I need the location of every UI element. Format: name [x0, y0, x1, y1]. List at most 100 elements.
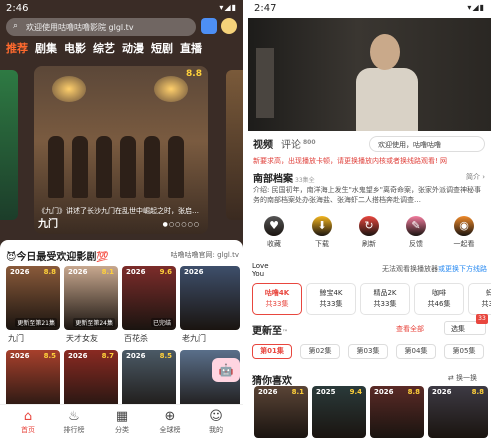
watch-together-button[interactable]: ◉ 一起看 — [444, 216, 484, 249]
source-item[interactable]: 鲸宝4K 共33集 — [306, 283, 356, 315]
rec-card[interactable]: 2026 8.8 — [428, 386, 488, 438]
welcome-pill: 欢迎使用，咕噜咕噜 — [369, 136, 485, 152]
card-score: 9.6 — [159, 268, 172, 276]
hero-banner[interactable]: 8.8 《九门》讲述了长沙九门在乱世中崛起之时，张启… 九门 ●○○○○○ — [34, 66, 208, 234]
nav-global[interactable]: ⊕ 全球榜 — [150, 409, 190, 435]
video-scene — [256, 48, 274, 118]
tab-anime[interactable]: 动漫 — [122, 42, 144, 55]
source-item[interactable]: 蚂蚁共33集 — [468, 283, 491, 315]
tab-recommend[interactable]: 推荐 — [6, 42, 28, 55]
episode-button[interactable]: 第05集 — [444, 344, 484, 359]
nav-profile[interactable]: ☺ 我的 — [196, 409, 236, 435]
episode-button[interactable]: 第01集 — [252, 344, 292, 359]
status-time: 2:47 — [254, 3, 277, 14]
heart-icon: ♥ — [264, 216, 284, 236]
nav-home[interactable]: ⌂ 首页 — [8, 409, 48, 435]
recommend-heading: 猜你喜欢 — [252, 376, 292, 387]
card-score: 8.5 — [43, 352, 56, 360]
episode-button[interactable]: 第03集 — [348, 344, 388, 359]
feedback-button[interactable]: ✎ 反馈 — [396, 216, 436, 249]
tab-short-drama[interactable]: 短剧 — [151, 42, 173, 55]
title-text: 南部档案 — [253, 174, 293, 185]
description: 介绍: 民国初年，南洋海上发生"水鬼望乡"离奇命案，张家外派调查神秘事务的南部档… — [253, 186, 482, 204]
source-item[interactable]: 咕噜4K 共33集 — [252, 283, 302, 315]
hint-link[interactable]: 或更换下方线路 — [438, 265, 487, 273]
card-score: 8.8 — [43, 268, 56, 276]
fire-icon: ♨ — [68, 409, 80, 424]
profile-icon: ☺ — [209, 409, 223, 424]
media-card[interactable]: 2026 8.8 更新至第21集 — [6, 266, 60, 330]
card-year: 2026 — [10, 268, 30, 276]
mascot-icon[interactable]: 🤖 — [212, 358, 240, 382]
card-episode: 已完结 — [150, 318, 173, 327]
card-year: 2026 — [258, 388, 278, 396]
media-card[interactable]: 2026 8.1 更新至第24集 — [64, 266, 118, 330]
banner-figure — [96, 136, 112, 198]
favorite-button[interactable]: ♥ 收藏 — [254, 216, 294, 249]
tab-comment[interactable]: 评论 — [281, 140, 301, 151]
status-bar: 2:46 ▾◢▮ — [0, 0, 243, 18]
view-all-link[interactable]: 查看全部 — [396, 324, 424, 334]
banner-next[interactable] — [226, 70, 243, 220]
source-count: 共33集 — [319, 300, 343, 308]
banner-figure — [72, 136, 88, 198]
globe-icon: ⊕ — [164, 409, 176, 424]
download-button[interactable]: ⬇ 下载 — [302, 216, 342, 249]
refresh-button[interactable]: ↻ 刷新 — [349, 216, 389, 249]
status-bar: 2:47 ▾◢▮ — [248, 0, 491, 18]
episode-button[interactable]: 第02集 — [300, 344, 340, 359]
card-score: 8.1 — [291, 388, 304, 396]
banner-prev[interactable] — [0, 70, 18, 220]
message-icon[interactable] — [201, 18, 217, 34]
tab-variety[interactable]: 综艺 — [93, 42, 115, 55]
source-list: 咕噜4K 共33集 鲸宝4K 共33集 精品2K 共33集 咖啡共46集 蚂蚁共33集 — [248, 283, 491, 317]
rec-card[interactable]: 2025 9.4 — [312, 386, 366, 438]
intro-link[interactable]: 简介 › — [466, 172, 485, 182]
home-screen: 2:46 ▾◢▮ ⌕ 欢迎使用咕噜咕噜影院 glgl.tv 推荐 剧集 电影 综艺 动漫… — [0, 0, 243, 438]
edit-icon: ✎ — [406, 216, 426, 236]
bottom-nav: ⌂ 首页 ♨ 排行榜 ▦ 分类 ⊕ 全球榜 ☺ 我的 — [0, 404, 243, 438]
card-score: 8.8 — [471, 388, 484, 396]
switch-hint: 无法观看换播放器或更换下方线路 — [382, 264, 487, 274]
avatar[interactable] — [221, 18, 237, 34]
tab-series[interactable]: 剧集 — [35, 42, 57, 55]
video-scene — [370, 34, 400, 70]
banner-title: 九门 — [38, 219, 58, 230]
tab-movie[interactable]: 电影 — [64, 42, 86, 55]
search-icon: ⌕ — [13, 21, 19, 31]
source-count: 共33集 — [481, 300, 491, 308]
source-name: 咕噜4K — [264, 289, 290, 297]
card-year: 2026 — [10, 352, 30, 360]
card-score: 8.8 — [407, 388, 420, 396]
swap-icon: ⇄ — [447, 374, 456, 382]
rec-card[interactable]: 2026 8.1 — [254, 386, 308, 438]
video-player[interactable] — [248, 18, 491, 131]
watch-together-icon: ◉ — [454, 216, 474, 236]
nav-ranking[interactable]: ♨ 排行榜 — [54, 409, 94, 435]
nav-label: 首页 — [21, 426, 35, 434]
search-input[interactable]: ⌕ 欢迎使用咕噜咕噜影院 glgl.tv — [6, 18, 196, 36]
card-year: 2026 — [184, 268, 204, 276]
episode-button[interactable]: 第04集 — [396, 344, 436, 359]
card-score: 8.7 — [101, 352, 114, 360]
media-card[interactable]: 2026 9.6 已完结 — [122, 266, 176, 330]
action-label: 刷新 — [362, 240, 376, 248]
card-year: 2025 — [316, 388, 336, 396]
nav-label: 全球榜 — [159, 426, 181, 434]
rec-card[interactable]: 2026 8.8 — [370, 386, 424, 438]
media-card[interactable]: 2026 — [180, 266, 240, 330]
card-episode: 更新至第24集 — [73, 318, 115, 327]
banner-dots: ●○○○○○ — [162, 221, 200, 228]
title-suffix: 33集全 — [295, 177, 315, 184]
tab-live[interactable]: 直播 — [180, 42, 202, 55]
source-item[interactable]: 咖啡 共46集 — [414, 283, 464, 315]
source-item[interactable]: 精品2K 共33集 — [360, 283, 410, 315]
banner-lamp — [52, 76, 86, 102]
swap-button[interactable]: ⇄ 换一换 — [448, 373, 477, 383]
card-year: 2026 — [126, 268, 146, 276]
nav-label: 我的 — [209, 426, 223, 434]
card-episode: 更新至第21集 — [15, 318, 57, 327]
nav-category[interactable]: ▦ 分类 — [102, 409, 142, 435]
episode-list: 第01集 第02集 第03集 第04集 第05集 — [252, 344, 491, 360]
tab-video[interactable]: 视频 — [253, 140, 273, 151]
